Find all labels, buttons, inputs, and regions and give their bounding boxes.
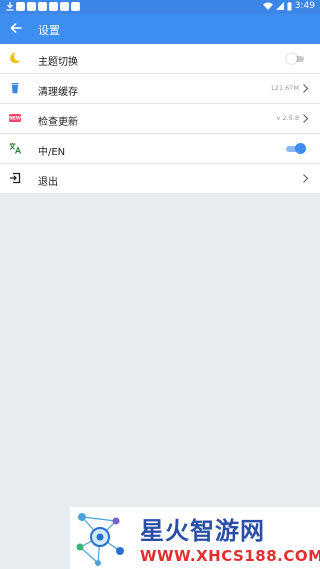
- settings-item-language[interactable]: 中/EN: [0, 134, 320, 164]
- app-version: v 2.5.8: [276, 114, 299, 122]
- wifi-icon: [262, 2, 273, 10]
- notification-app-icon: [16, 2, 25, 11]
- new-badge-icon: NEW: [9, 114, 21, 122]
- settings-item-label: 主题切换: [38, 57, 78, 68]
- status-bar: 3:49: [0, 0, 320, 14]
- settings-item-clear-cache[interactable]: 清理缓存 121.67M: [0, 74, 320, 104]
- settings-item-theme[interactable]: 主题切换: [0, 44, 320, 74]
- network-logo-icon: [76, 513, 124, 566]
- settings-item-label: 检查更新: [38, 117, 78, 128]
- arrow-left-icon: [10, 23, 22, 33]
- trash-icon: [11, 83, 19, 94]
- signal-icon: [275, 2, 284, 10]
- svg-text:NEW: NEW: [9, 116, 21, 122]
- watermark-title: 星火智游网: [140, 517, 265, 545]
- notification-app-icon: [38, 2, 47, 11]
- translate-icon: [9, 143, 21, 154]
- chevron-right-icon: [303, 114, 309, 123]
- notification-icons: [6, 2, 80, 11]
- toolbar: 设置: [0, 14, 320, 44]
- settings-item-label: 退出: [38, 177, 58, 188]
- chevron-right-icon: [303, 174, 309, 183]
- notification-app-icon: [49, 2, 58, 11]
- watermark-url: WWW.XHCS188.COM: [140, 547, 320, 565]
- download-icon: [6, 2, 14, 11]
- settings-list: 主题切换 清理缓存 121.67M NEW 检查更新 v 2.5.8 中/EN …: [0, 44, 320, 193]
- settings-item-check-update[interactable]: NEW 检查更新 v 2.5.8: [0, 104, 320, 134]
- page-title: 设置: [38, 24, 60, 37]
- notification-app-icon: [71, 2, 80, 11]
- language-toggle[interactable]: [286, 143, 306, 154]
- status-time: 3:49: [294, 1, 315, 11]
- cache-size: 121.67M: [270, 84, 299, 92]
- moon-icon: [10, 52, 21, 64]
- chevron-right-icon: [303, 84, 309, 93]
- notification-app-icon: [60, 2, 69, 11]
- theme-toggle[interactable]: [286, 53, 306, 64]
- notification-app-icon: [27, 2, 36, 11]
- logout-icon: [10, 172, 21, 184]
- settings-item-logout[interactable]: 退出: [0, 164, 320, 193]
- settings-item-label: 清理缓存: [38, 87, 78, 98]
- settings-item-label: 中/EN: [38, 147, 66, 158]
- back-button[interactable]: [6, 18, 26, 38]
- battery-icon: [287, 1, 292, 10]
- watermark: 星火智游网 WWW.XHCS188.COM: [70, 507, 320, 569]
